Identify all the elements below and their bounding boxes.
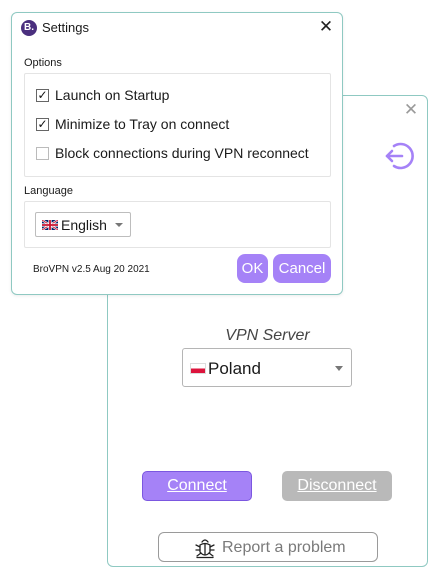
vpn-server-dropdown[interactable]: Poland xyxy=(182,348,352,387)
checkbox-checked[interactable]: ✓ xyxy=(36,118,49,131)
app-logo-icon: B. xyxy=(21,20,37,36)
language-value: English xyxy=(61,217,107,233)
dialog-title: Settings xyxy=(42,20,89,35)
bug-icon xyxy=(195,539,215,559)
option-label: Launch on Startup xyxy=(55,87,170,103)
language-group: English xyxy=(24,201,331,248)
report-problem-button[interactable]: Report a problem xyxy=(158,532,378,562)
checkbox-checked[interactable]: ✓ xyxy=(36,89,49,102)
connect-button[interactable]: Connect xyxy=(142,471,252,501)
cancel-button[interactable]: Cancel xyxy=(273,254,331,283)
ok-button[interactable]: OK xyxy=(237,254,268,283)
language-heading: Language xyxy=(24,185,73,197)
checkbox-unchecked[interactable] xyxy=(36,147,49,160)
uk-flag-icon xyxy=(42,220,58,230)
poland-flag-icon xyxy=(190,363,206,374)
main-close-icon[interactable]: ✕ xyxy=(403,102,419,119)
close-icon[interactable]: ✕ xyxy=(318,18,334,36)
chevron-down-icon xyxy=(115,223,123,227)
logout-arrow-icon[interactable] xyxy=(381,139,415,173)
version-label: BroVPN v2.5 Aug 20 2021 xyxy=(33,264,150,275)
chevron-down-icon xyxy=(335,366,343,371)
vpn-server-label: VPN Server xyxy=(225,327,310,344)
report-problem-label: Report a problem xyxy=(222,539,346,556)
settings-dialog: B. Settings ✕ Options ✓ Launch on Startu… xyxy=(11,12,343,295)
language-dropdown[interactable]: English xyxy=(35,212,131,237)
disconnect-button[interactable]: Disconnect xyxy=(282,471,392,501)
option-label: Block connections during VPN reconnect xyxy=(55,145,309,161)
option-label: Minimize to Tray on connect xyxy=(55,116,230,132)
options-heading: Options xyxy=(24,57,62,69)
options-group: ✓ Launch on Startup ✓ Minimize to Tray o… xyxy=(24,73,331,177)
vpn-server-value: Poland xyxy=(208,359,261,378)
